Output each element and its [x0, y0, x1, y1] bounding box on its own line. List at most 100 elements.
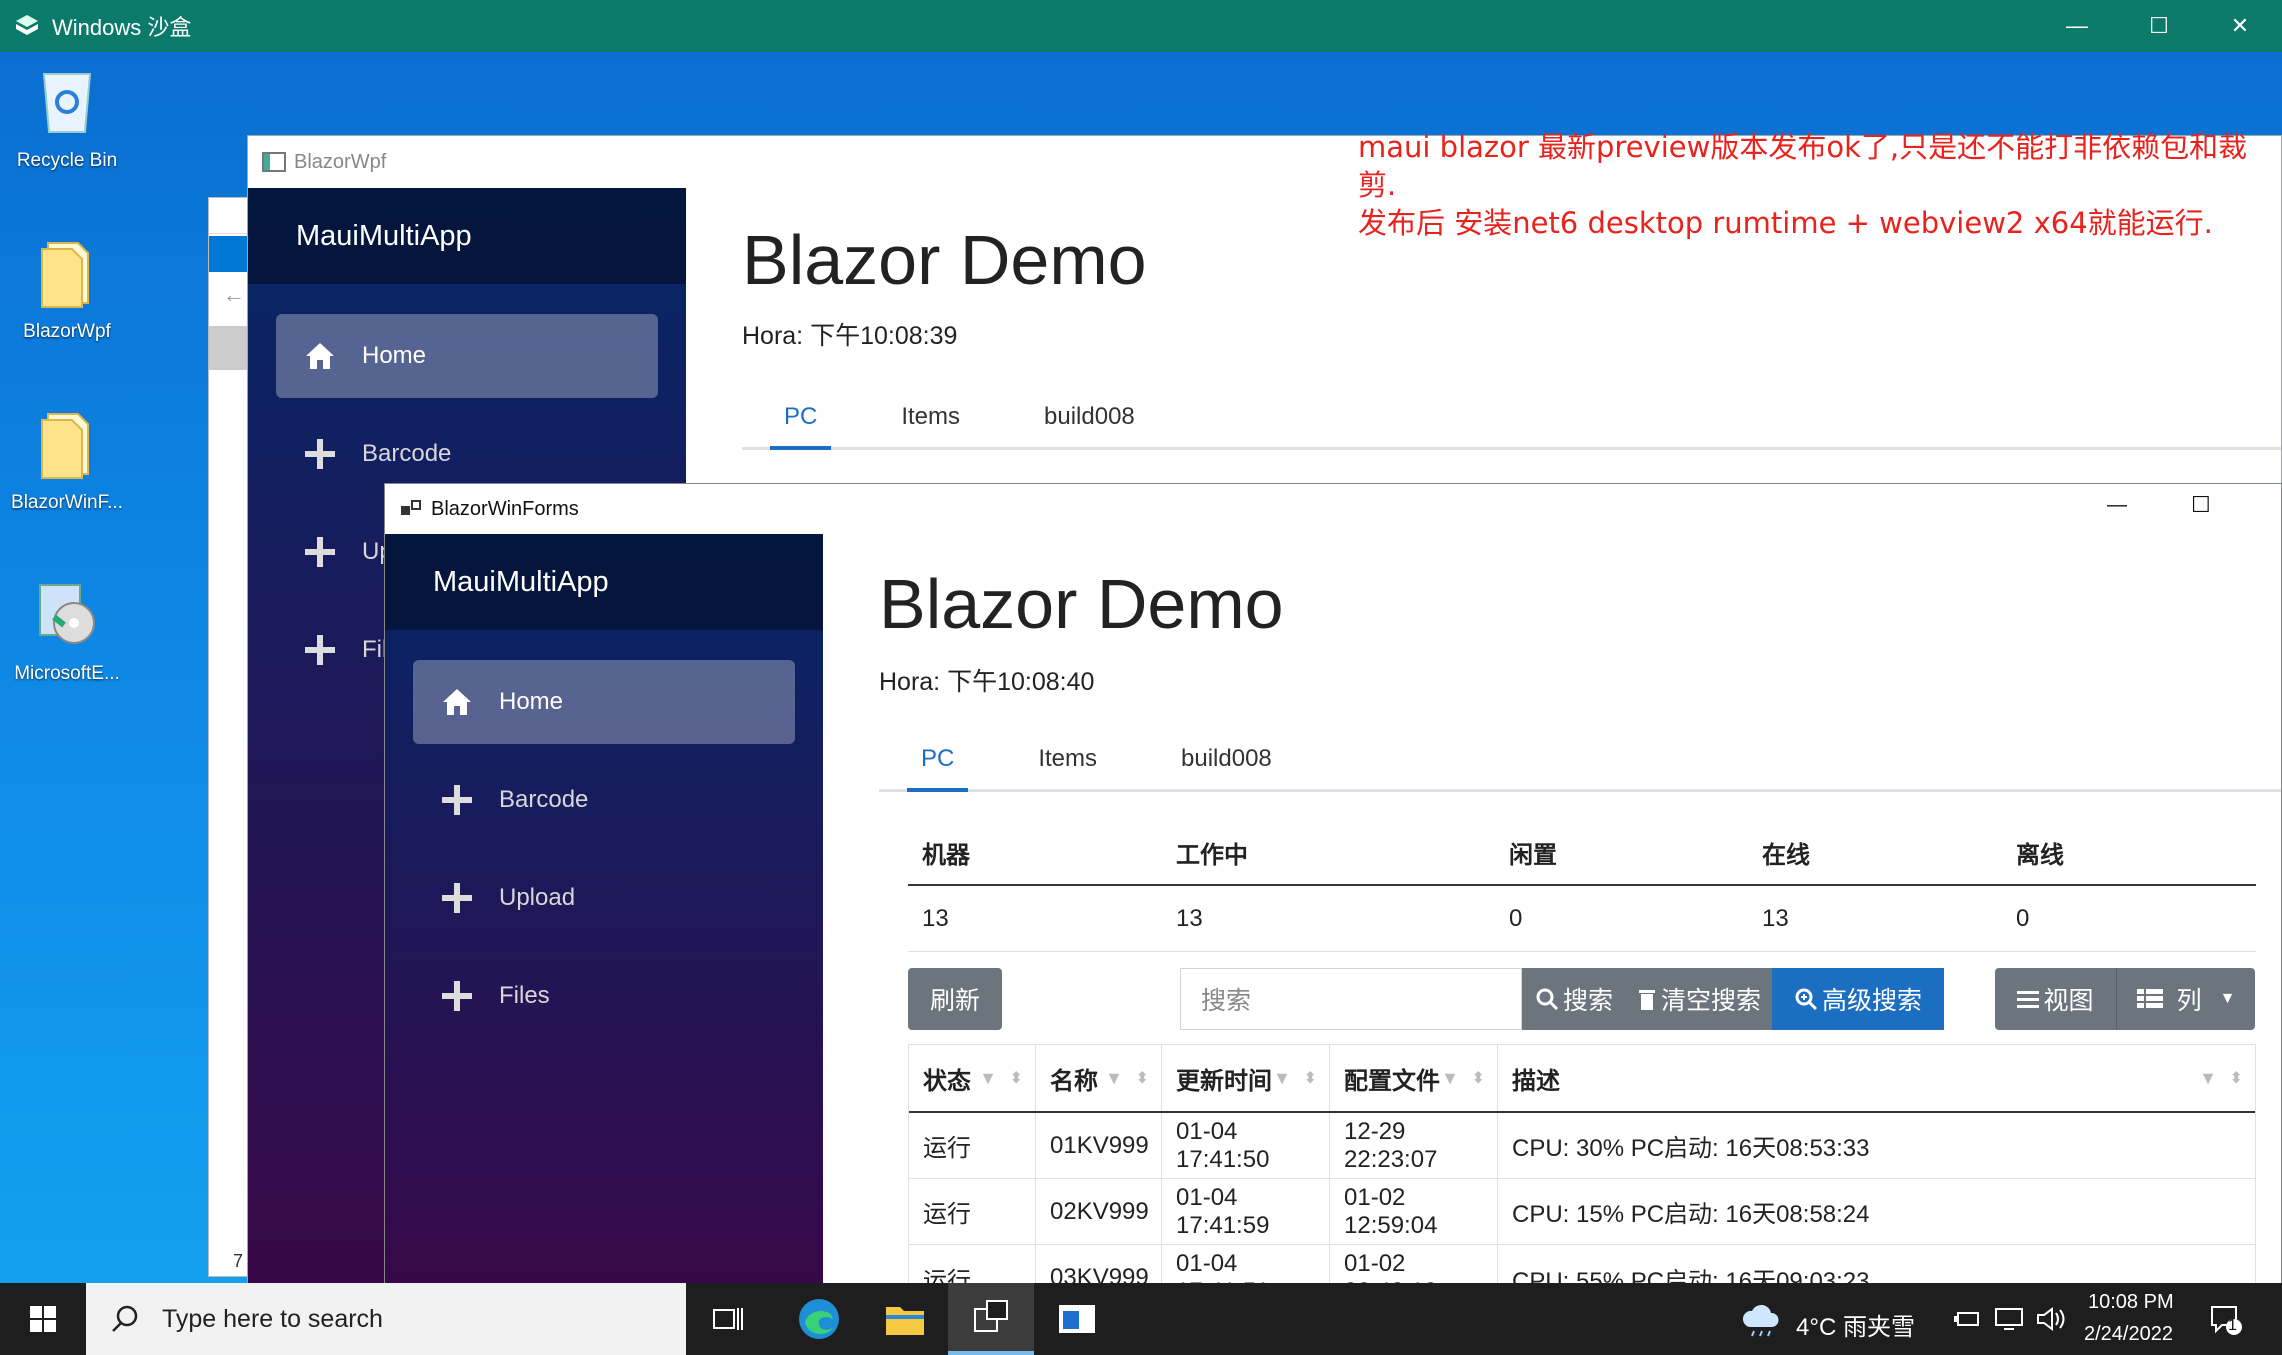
caret-down-icon: ▼ — [2219, 990, 2236, 1007]
search-input[interactable]: 搜索 — [1180, 968, 1522, 1030]
sandbox-titlebar: Windows 沙盒 — ☐ ✕ — [0, 0, 2282, 52]
blazorwinforms-titlebar: BlazorWinForms — ☐ — [385, 484, 2281, 534]
wf-brand[interactable]: MauiMultiApp — [385, 534, 823, 630]
wf-tab-items[interactable]: Items — [996, 729, 1139, 789]
wpf-tab-build008[interactable]: build008 — [1002, 387, 1177, 447]
plus-icon — [304, 634, 336, 666]
app-window-icon[interactable] — [1034, 1283, 1120, 1355]
wf-sidebar: MauiMultiApp Home Barcode Upload Files — [385, 534, 823, 1283]
table-columns-icon — [2136, 989, 2163, 1008]
clock-time[interactable]: 10:08 PM — [2088, 1291, 2174, 1314]
clear-search-button[interactable]: 清空搜索 — [1626, 968, 1772, 1030]
filter-icon[interactable]: ▼ — [1273, 1068, 1291, 1089]
plus-icon — [441, 882, 473, 914]
stats-header-row: 机器 工作中 闲置 在线 离线 — [908, 820, 2256, 886]
wf-tab-build008[interactable]: build008 — [1139, 729, 1314, 789]
desktop-icon-microsoft-edge-installer[interactable]: MicrosoftE... — [2, 577, 132, 685]
app-icon — [262, 152, 286, 172]
view-group: 视图 列 ▼ — [1995, 968, 2255, 1030]
windows-logo-icon — [30, 1306, 56, 1332]
sort-icon[interactable]: ⬍ — [2230, 1068, 2243, 1088]
wpf-nav-home[interactable]: Home — [276, 314, 658, 398]
filter-icon[interactable]: ▼ — [1441, 1068, 1459, 1089]
sandbox-icon — [16, 15, 38, 35]
stats-values-row: 13 13 0 13 0 — [908, 886, 2256, 952]
column-header-description[interactable]: 描述 ▼ ⬍ — [1498, 1045, 2255, 1111]
list-icon — [2017, 991, 2040, 1008]
columns-dropdown-button[interactable]: 列 ▼ — [2117, 968, 2255, 1030]
wpf-page-title: Blazor Demo — [742, 221, 1147, 299]
network-icon[interactable] — [1994, 1307, 2024, 1331]
wpf-tab-items[interactable]: Items — [859, 387, 1002, 447]
volume-icon[interactable] — [2036, 1307, 2066, 1331]
table-row[interactable]: 运行 02KV999 01-04 17:41:59 01-02 12:59:04… — [909, 1179, 2255, 1245]
search-button[interactable]: 搜索 — [1522, 968, 1626, 1030]
battery-plug-icon[interactable] — [1952, 1307, 1982, 1331]
desktop-icon-blazorwinforms[interactable]: BlazorWinF... — [2, 406, 132, 514]
maximize-button[interactable]: ☐ — [2119, 0, 2199, 52]
edge-browser-icon[interactable] — [776, 1283, 862, 1355]
column-header-updated[interactable]: 更新时间 ▼ ⬍ — [1162, 1045, 1330, 1111]
search-icon — [1536, 988, 1559, 1011]
start-button[interactable] — [0, 1283, 86, 1355]
sort-icon[interactable]: ⬍ — [1136, 1068, 1149, 1088]
filter-icon[interactable]: ▼ — [1105, 1068, 1123, 1089]
filter-icon[interactable]: ▼ — [979, 1068, 997, 1089]
taskbar-search-box[interactable]: Type here to search — [86, 1283, 686, 1355]
wf-nav-files[interactable]: Files — [413, 954, 795, 1038]
home-icon — [304, 340, 336, 372]
filter-icon[interactable]: ▼ — [2199, 1068, 2217, 1089]
minimize-button[interactable]: — — [2037, 0, 2117, 52]
weather-text[interactable]: 4°C 雨夹雪 — [1796, 1307, 1915, 1342]
close-button[interactable]: ✕ — [2200, 0, 2280, 52]
view-button[interactable]: 视图 — [1995, 968, 2117, 1030]
search-group: 搜索 搜索 清空搜索 高级搜索 — [1180, 968, 1944, 1030]
app-icon — [401, 500, 421, 515]
trash-icon — [1638, 990, 1655, 1010]
folder-icon — [41, 413, 89, 479]
wf-nav-home[interactable]: Home — [413, 660, 795, 744]
recycle-bin-icon — [42, 73, 92, 133]
sandbox-taskbar-icon[interactable] — [948, 1283, 1034, 1355]
sort-icon[interactable]: ⬍ — [1472, 1068, 1485, 1088]
taskbar: Type here to search 4°C 雨夹雪 10:08 PM 2/2… — [0, 1283, 2282, 1355]
folder-icon — [41, 242, 89, 308]
zoom-search-icon — [1795, 988, 1818, 1011]
wf-tabs: PC Items build008 — [879, 729, 2281, 792]
desktop-icon-blazorwpf[interactable]: BlazorWpf — [2, 235, 132, 343]
wf-nav-barcode[interactable]: Barcode — [413, 758, 795, 842]
advanced-search-button[interactable]: 高级搜索 — [1772, 968, 1944, 1030]
desktop-icon-recycle-bin[interactable]: Recycle Bin — [2, 64, 132, 172]
sandbox-title: Windows 沙盒 — [52, 15, 192, 40]
table-row[interactable]: 运行 03KV999 01-04 17:41:51 01-02 00:40:19… — [909, 1245, 2255, 1283]
sort-icon[interactable]: ⬍ — [1304, 1068, 1317, 1088]
wf-nav-upload[interactable]: Upload — [413, 856, 795, 940]
refresh-button[interactable]: 刷新 — [908, 968, 1002, 1030]
wf-minimize-button[interactable]: — — [2107, 494, 2127, 517]
column-header-name[interactable]: 名称 ▼ ⬍ — [1036, 1045, 1162, 1111]
installer-icon — [39, 584, 95, 644]
wf-page-title: Blazor Demo — [879, 565, 1284, 643]
annotation-text: maui blazor 最新preview版本发布ok了,只是还不能打非依赖包和… — [1358, 130, 2248, 240]
wf-tab-pc[interactable]: PC — [879, 729, 996, 792]
column-header-config[interactable]: 配置文件 ▼ ⬍ — [1330, 1045, 1498, 1111]
table-header-row: 状态 ▼ ⬍ 名称 ▼ ⬍ 更新时间 ▼ ⬍ 配置文件 ▼ ⬍ 描述 ▼ ⬍ — [909, 1045, 2255, 1113]
file-explorer-icon[interactable] — [862, 1283, 948, 1355]
weather-icon — [1742, 1304, 1779, 1337]
table-row[interactable]: 运行 01KV999 01-04 17:41:50 12-29 22:23:07… — [909, 1113, 2255, 1179]
wpf-tab-pc[interactable]: PC — [742, 387, 859, 450]
wf-maximize-button[interactable]: ☐ — [2191, 492, 2211, 518]
plus-icon — [441, 784, 473, 816]
plus-icon — [441, 980, 473, 1012]
column-header-status[interactable]: 状态 ▼ ⬍ — [909, 1045, 1036, 1111]
notification-count: 1 — [2228, 1317, 2237, 1334]
desktop: Recycle Bin BlazorWpf BlazorWinF... Micr… — [0, 52, 2282, 1283]
clock-date[interactable]: 2/24/2022 — [2084, 1323, 2173, 1346]
task-view-icon[interactable] — [686, 1283, 772, 1355]
wpf-brand[interactable]: MauiMultiApp — [248, 188, 686, 284]
sort-icon[interactable]: ⬍ — [1010, 1068, 1023, 1088]
plus-icon — [304, 536, 336, 568]
data-table: 状态 ▼ ⬍ 名称 ▼ ⬍ 更新时间 ▼ ⬍ 配置文件 ▼ ⬍ 描述 ▼ ⬍ 运行 01KV999 … — [908, 1044, 2256, 1283]
blazorwinforms-window: BlazorWinForms — ☐ MauiMultiApp Home Bar… — [384, 483, 2282, 1283]
stats-table: 机器 工作中 闲置 在线 离线 13 13 0 13 0 — [908, 820, 2256, 952]
